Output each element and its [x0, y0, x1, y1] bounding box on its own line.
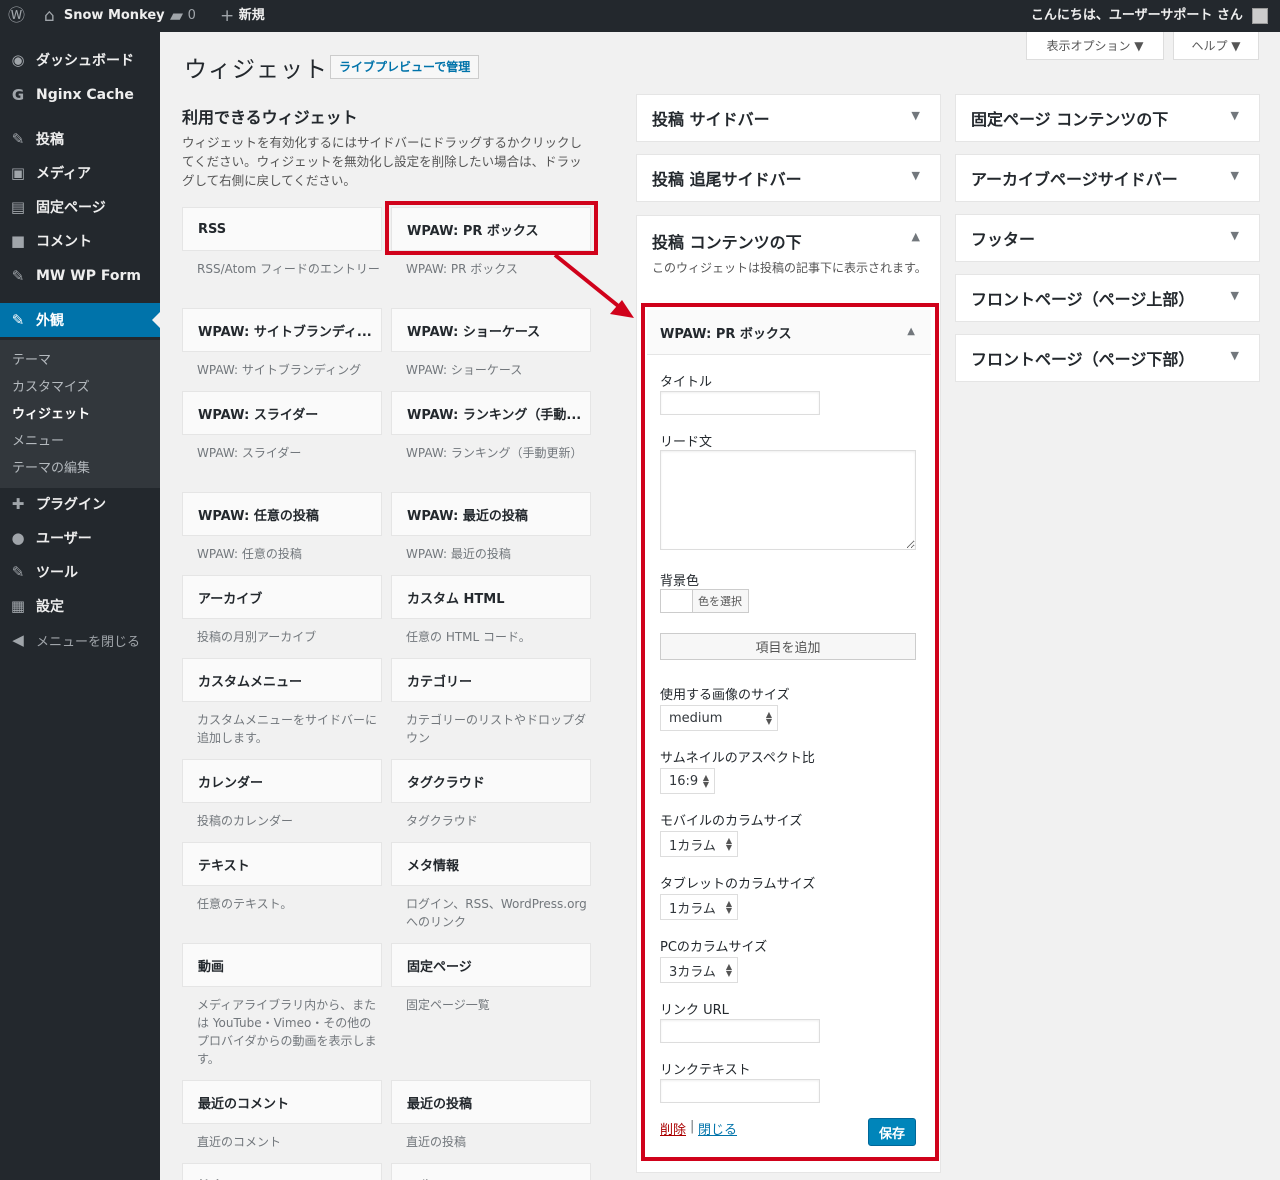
arrow-line [553, 253, 624, 311]
annotation-arrow [553, 253, 634, 318]
